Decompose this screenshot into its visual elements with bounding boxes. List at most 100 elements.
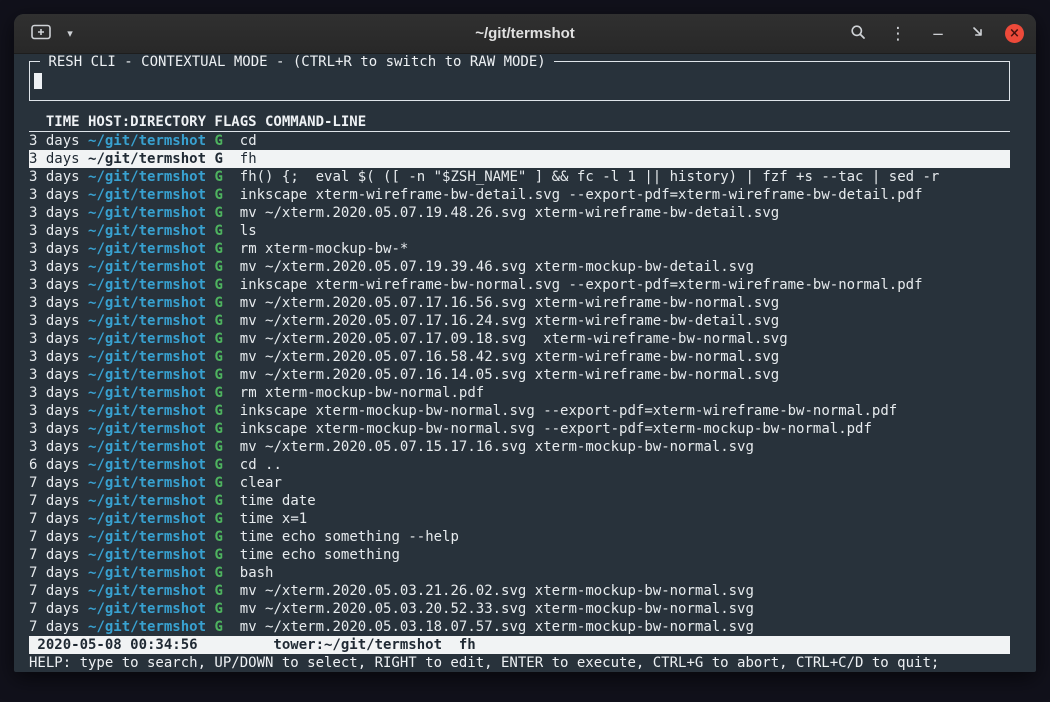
history-row[interactable]: 3 days ~/git/termshot G rm xterm-mockup-… <box>29 384 1010 402</box>
row-host: ~/git/termshot <box>88 583 206 599</box>
history-rows: 3 days ~/git/termshot G cd3 days ~/git/t… <box>29 132 1010 636</box>
history-row[interactable]: 7 days ~/git/termshot G mv ~/xterm.2020.… <box>29 618 1010 636</box>
row-flags: G <box>214 511 222 527</box>
history-row[interactable]: 3 days ~/git/termshot G mv ~/xterm.2020.… <box>29 258 1010 276</box>
history-row[interactable]: 7 days ~/git/termshot G time echo someth… <box>29 528 1010 546</box>
row-host: ~/git/termshot <box>88 547 206 563</box>
history-row[interactable]: 7 days ~/git/termshot G mv ~/xterm.2020.… <box>29 582 1010 600</box>
row-time: 7 days <box>29 529 80 545</box>
history-row[interactable]: 3 days ~/git/termshot G ls <box>29 222 1010 240</box>
history-row[interactable]: 3 days ~/git/termshot G fh() {; eval $( … <box>29 168 1010 186</box>
row-command: time date <box>240 493 316 509</box>
history-row[interactable]: 3 days ~/git/termshot G mv ~/xterm.2020.… <box>29 366 1010 384</box>
row-flags: G <box>214 295 222 311</box>
history-row[interactable]: 6 days ~/git/termshot G cd .. <box>29 456 1010 474</box>
history-row[interactable]: 3 days ~/git/termshot G mv ~/xterm.2020.… <box>29 312 1010 330</box>
status-location: tower:~/git/termshot <box>273 637 442 653</box>
history-row[interactable]: 7 days ~/git/termshot G bash <box>29 564 1010 582</box>
row-command: rm xterm-mockup-bw-* <box>240 241 409 257</box>
history-row[interactable]: 3 days ~/git/termshot G fh <box>29 150 1010 168</box>
row-host: ~/git/termshot <box>88 295 206 311</box>
history-row[interactable]: 7 days ~/git/termshot G clear <box>29 474 1010 492</box>
row-command: ls <box>240 223 257 239</box>
row-flags: G <box>214 565 222 581</box>
row-time: 3 days <box>29 385 80 401</box>
text-cursor <box>34 73 42 89</box>
row-command: mv ~/xterm.2020.05.03.21.26.02.svg xterm… <box>240 583 754 599</box>
row-flags: G <box>214 547 222 563</box>
row-time: 3 days <box>29 421 80 437</box>
status-datetime: 2020-05-08 00:34:56 <box>37 637 197 653</box>
close-button[interactable]: × <box>1005 24 1024 43</box>
row-time: 3 days <box>29 205 80 221</box>
history-row[interactable]: 3 days ~/git/termshot G mv ~/xterm.2020.… <box>29 348 1010 366</box>
row-time: 3 days <box>29 331 80 347</box>
row-time: 7 days <box>29 547 80 563</box>
terminal-window: ▾ ~/git/termshot ⋮ − × RESH CLI - CONTEX… <box>14 14 1036 672</box>
help-bar: HELP: type to search, UP/DOWN to select,… <box>29 654 1010 672</box>
row-host: ~/git/termshot <box>88 331 206 347</box>
row-time: 3 days <box>29 259 80 275</box>
row-host: ~/git/termshot <box>88 187 206 203</box>
row-command: mv ~/xterm.2020.05.07.19.39.46.svg xterm… <box>240 259 754 275</box>
row-flags: G <box>214 331 222 347</box>
history-row[interactable]: 7 days ~/git/termshot G mv ~/xterm.2020.… <box>29 600 1010 618</box>
history-row[interactable]: 3 days ~/git/termshot G inkscape xterm-m… <box>29 402 1010 420</box>
minimize-button[interactable]: − <box>925 21 951 47</box>
menu-button[interactable]: ⋮ <box>885 21 911 47</box>
row-time: 3 days <box>29 223 80 239</box>
chevron-down-icon[interactable]: ▾ <box>62 21 78 47</box>
resh-search-input[interactable]: RESH CLI - CONTEXTUAL MODE - (CTRL+R to … <box>29 61 1010 101</box>
row-command: mv ~/xterm.2020.05.07.17.16.24.svg xterm… <box>240 313 779 329</box>
row-host: ~/git/termshot <box>88 259 206 275</box>
restore-button[interactable] <box>965 21 991 47</box>
row-command: inkscape xterm-mockup-bw-normal.svg --ex… <box>240 403 897 419</box>
row-time: 3 days <box>29 439 80 455</box>
row-time: 7 days <box>29 565 80 581</box>
row-host: ~/git/termshot <box>88 349 206 365</box>
history-row[interactable]: 3 days ~/git/termshot G mv ~/xterm.2020.… <box>29 330 1010 348</box>
row-command: time echo something <box>240 547 400 563</box>
history-row[interactable]: 3 days ~/git/termshot G mv ~/xterm.2020.… <box>29 438 1010 456</box>
row-command: bash <box>240 565 274 581</box>
row-host: ~/git/termshot <box>88 511 206 527</box>
row-flags: G <box>214 601 222 617</box>
row-time: 3 days <box>29 313 80 329</box>
history-row[interactable]: 7 days ~/git/termshot G time echo someth… <box>29 546 1010 564</box>
row-flags: G <box>214 367 222 383</box>
row-host: ~/git/termshot <box>88 313 206 329</box>
row-time: 3 days <box>29 241 80 257</box>
search-button[interactable] <box>845 21 871 47</box>
row-host: ~/git/termshot <box>88 367 206 383</box>
row-flags: G <box>214 133 222 149</box>
row-flags: G <box>214 385 222 401</box>
status-bar: 2020-05-08 00:34:56tower:~/git/termshotf… <box>29 636 1010 654</box>
history-row[interactable]: 3 days ~/git/termshot G inkscape xterm-m… <box>29 420 1010 438</box>
row-flags: G <box>214 223 222 239</box>
history-row[interactable]: 3 days ~/git/termshot G mv ~/xterm.2020.… <box>29 204 1010 222</box>
history-row[interactable]: 7 days ~/git/termshot G time x=1 <box>29 510 1010 528</box>
row-command: clear <box>240 475 282 491</box>
new-tab-button[interactable] <box>26 21 56 47</box>
row-time: 3 days <box>29 367 80 383</box>
row-host: ~/git/termshot <box>88 133 206 149</box>
row-command: cd .. <box>240 457 282 473</box>
row-time: 7 days <box>29 583 80 599</box>
row-host: ~/git/termshot <box>88 169 206 185</box>
history-row[interactable]: 3 days ~/git/termshot G inkscape xterm-w… <box>29 186 1010 204</box>
row-host: ~/git/termshot <box>88 421 206 437</box>
row-host: ~/git/termshot <box>88 223 206 239</box>
row-flags: G <box>214 619 222 635</box>
terminal-screen[interactable]: RESH CLI - CONTEXTUAL MODE - (CTRL+R to … <box>14 54 1036 672</box>
history-row[interactable]: 3 days ~/git/termshot G inkscape xterm-w… <box>29 276 1010 294</box>
titlebar: ▾ ~/git/termshot ⋮ − × <box>14 14 1036 54</box>
history-row[interactable]: 3 days ~/git/termshot G mv ~/xterm.2020.… <box>29 294 1010 312</box>
history-row[interactable]: 3 days ~/git/termshot G cd <box>29 132 1010 150</box>
row-time: 3 days <box>29 295 80 311</box>
row-command: mv ~/xterm.2020.05.07.16.14.05.svg xterm… <box>240 367 779 383</box>
row-command: inkscape xterm-wireframe-bw-normal.svg -… <box>240 277 923 293</box>
history-row[interactable]: 3 days ~/git/termshot G rm xterm-mockup-… <box>29 240 1010 258</box>
history-row[interactable]: 7 days ~/git/termshot G time date <box>29 492 1010 510</box>
row-time: 6 days <box>29 457 80 473</box>
row-host: ~/git/termshot <box>88 601 206 617</box>
